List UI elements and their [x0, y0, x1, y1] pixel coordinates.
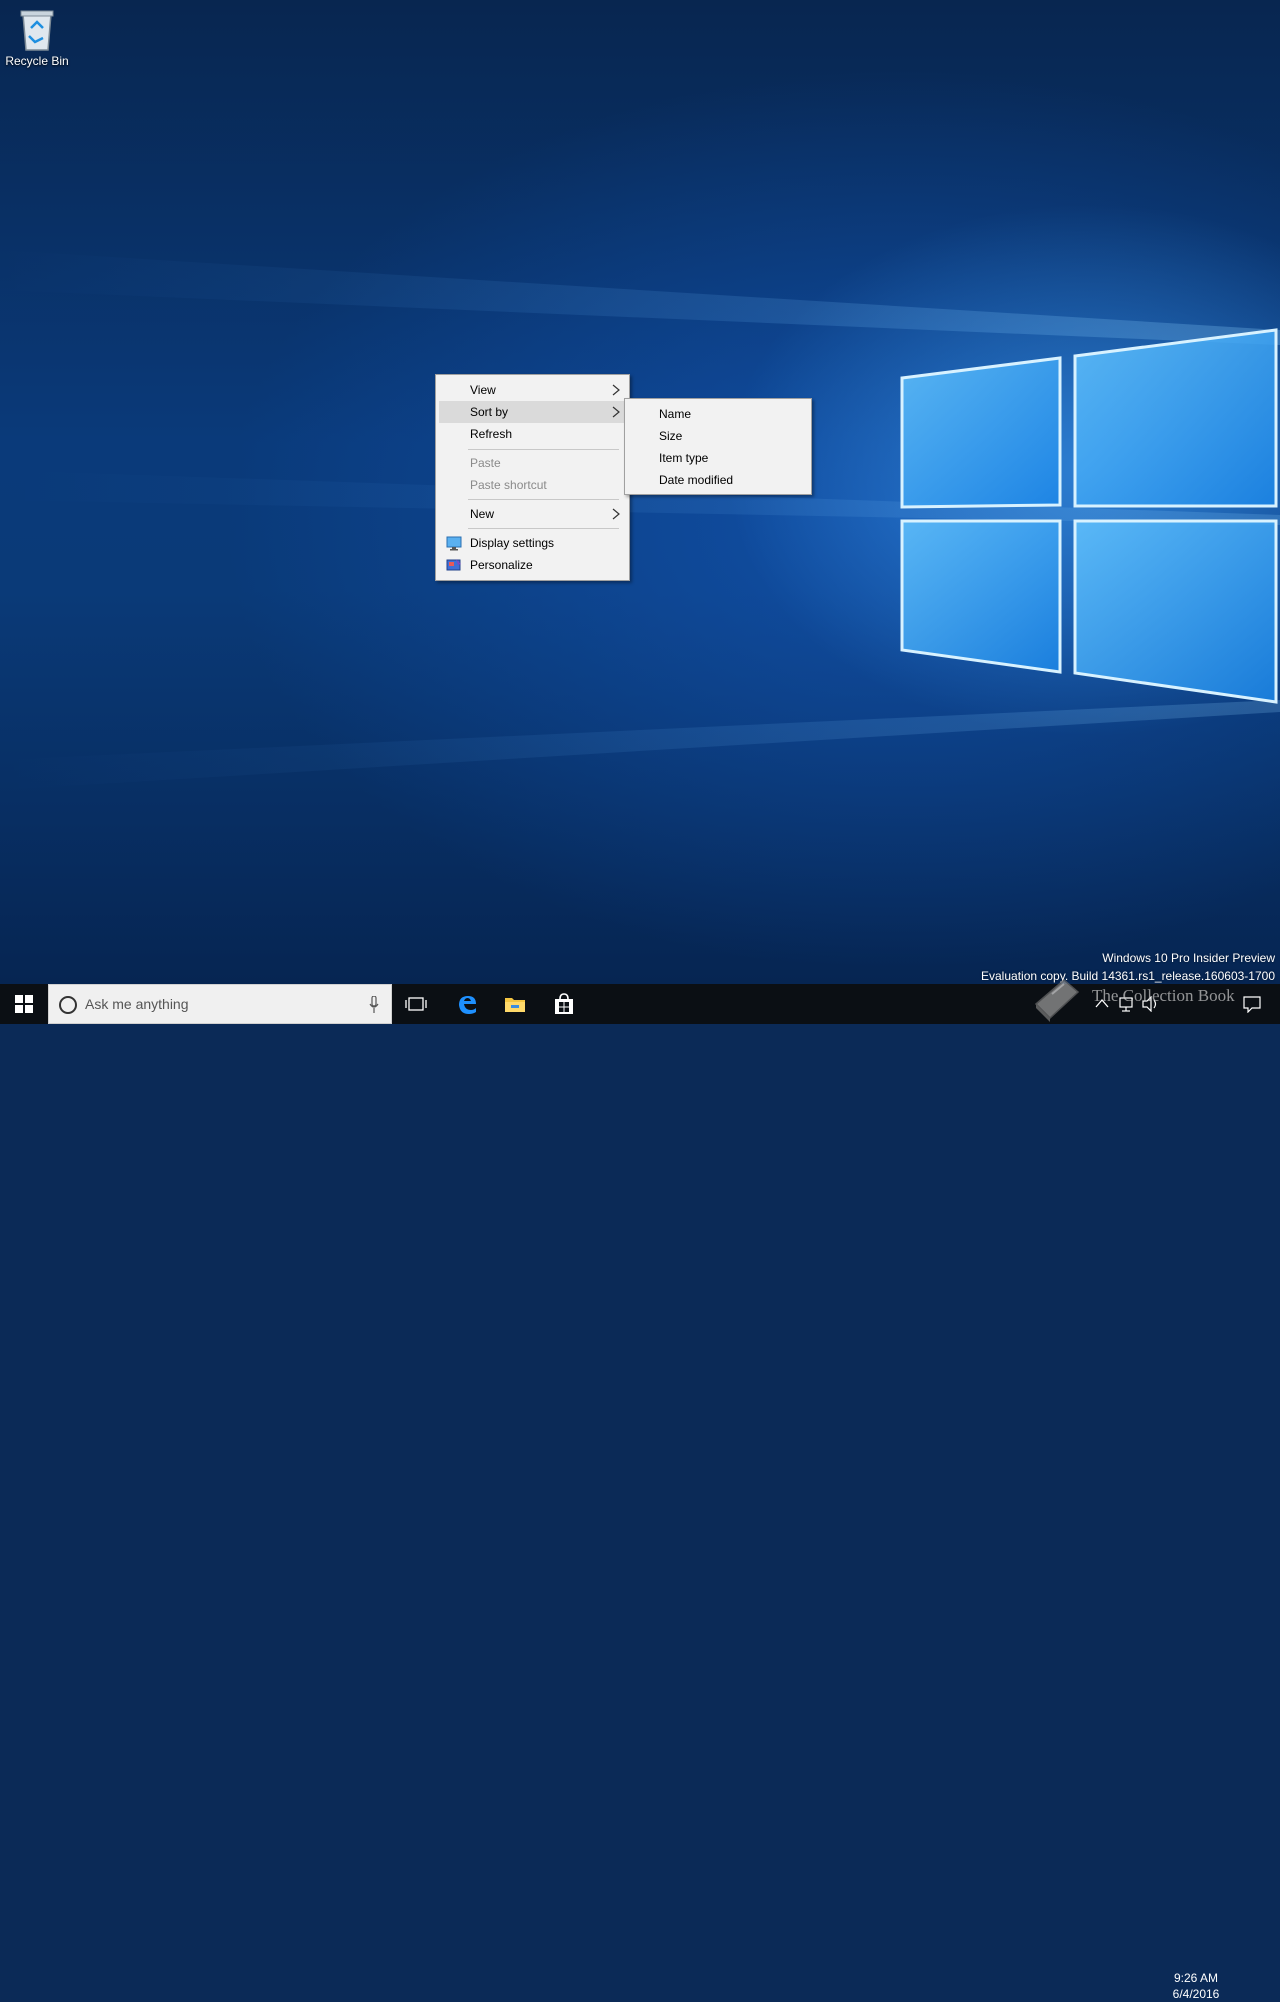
windows-logo-icon [15, 995, 33, 1013]
system-clock[interactable]: 9:26 AM 6/4/2016 [1158, 1970, 1234, 2002]
menu-item-new[interactable]: New [439, 503, 626, 525]
menu-item-sort-by[interactable]: Sort by [439, 401, 626, 423]
start-button[interactable] [0, 984, 48, 1024]
cortana-icon [59, 996, 77, 1014]
recycle-bin-icon [20, 10, 54, 51]
clock-time: 9:26 AM [1173, 1971, 1219, 1985]
search-box[interactable]: Ask me anything [48, 984, 392, 1024]
file-explorer-icon [505, 998, 525, 1012]
collection-book-watermark: The Collection Book [1030, 972, 1280, 1024]
submenu-item-size[interactable]: Size [628, 425, 808, 447]
desktop-icon-recycle-bin[interactable]: Recycle Bin [4, 6, 70, 68]
menu-item-display-settings[interactable]: Display settings [439, 532, 626, 554]
store-icon [555, 993, 573, 1014]
submenu-item-label: Name [659, 407, 692, 421]
desktop[interactable]: Recycle Bin View Sort by Refresh Paste P… [0, 0, 1280, 984]
clock-date: 6/4/2016 [1172, 1987, 1220, 2001]
menu-item-refresh[interactable]: Refresh [439, 423, 626, 445]
edge-button[interactable] [443, 984, 491, 1024]
microphone-icon[interactable] [369, 996, 379, 1014]
chevron-right-icon [612, 406, 620, 418]
menu-item-paste-shortcut[interactable]: Paste shortcut [439, 474, 626, 496]
menu-item-label: Paste [470, 456, 501, 470]
collection-book-text: The Collection Book [1092, 986, 1235, 1005]
book-icon [1034, 979, 1080, 1022]
watermark-line-1: Windows 10 Pro Insider Preview [1102, 951, 1275, 965]
menu-item-paste[interactable]: Paste [439, 452, 626, 474]
menu-separator [468, 499, 619, 500]
submenu-item-label: Date modified [659, 473, 734, 487]
desktop-context-menu: View Sort by Refresh Paste Paste shortcu… [435, 374, 630, 581]
menu-item-label: Sort by [470, 405, 509, 419]
task-view-button[interactable] [392, 984, 440, 1024]
desktop-icon-label: Recycle Bin [5, 54, 69, 68]
submenu-item-label: Item type [659, 451, 709, 465]
submenu-item-item-type[interactable]: Item type [628, 447, 808, 469]
menu-item-personalize[interactable]: Personalize [439, 554, 626, 576]
file-explorer-button[interactable] [491, 984, 539, 1024]
menu-separator [468, 528, 619, 529]
menu-item-label: View [470, 383, 496, 397]
menu-item-label: Display settings [470, 536, 555, 550]
submenu-item-date-modified[interactable]: Date modified [628, 469, 808, 491]
menu-item-label: Paste shortcut [470, 478, 547, 492]
chevron-right-icon [612, 508, 620, 520]
task-view-icon [405, 997, 427, 1011]
chevron-right-icon [612, 384, 620, 396]
sort-by-submenu: Name Size Item type Date modified [624, 398, 812, 495]
submenu-item-label: Size [659, 429, 683, 443]
display-settings-icon [446, 536, 462, 551]
submenu-item-name[interactable]: Name [628, 403, 808, 425]
store-button[interactable] [540, 984, 588, 1024]
menu-item-view[interactable]: View [439, 379, 626, 401]
search-placeholder: Ask me anything [85, 996, 189, 1012]
menu-item-label: Personalize [470, 558, 533, 572]
edge-icon [459, 996, 476, 1014]
personalize-icon [446, 559, 461, 571]
menu-item-label: Refresh [470, 427, 513, 441]
menu-item-label: New [470, 507, 495, 521]
menu-separator [468, 449, 619, 450]
